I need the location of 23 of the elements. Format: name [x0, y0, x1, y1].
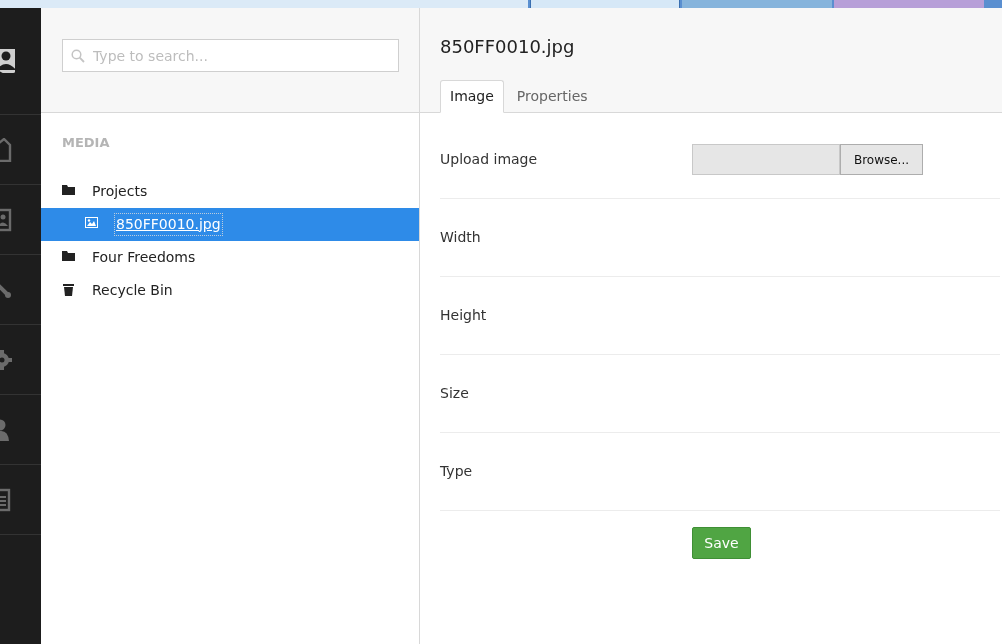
- tree-item[interactable]: 850FF0010.jpg: [41, 207, 419, 241]
- search-field[interactable]: Type to search...: [62, 39, 399, 72]
- tree-item[interactable]: Four Freedoms: [41, 240, 419, 274]
- browse-button[interactable]: Browse...: [840, 144, 923, 175]
- avatar-icon[interactable]: [0, 49, 15, 73]
- tree-item[interactable]: Projects: [41, 174, 419, 208]
- item-title: 850FF0010.jpg: [440, 35, 576, 59]
- tree-heading: MEDIA: [61, 134, 110, 152]
- tab[interactable]: Properties: [503, 80, 601, 113]
- field-label: Height: [440, 306, 488, 325]
- image-icon: [85, 217, 99, 231]
- tree-item[interactable]: Recycle Bin: [41, 273, 419, 307]
- search-icon: [71, 49, 85, 63]
- field-label: Width: [440, 228, 482, 247]
- tab[interactable]: Image: [440, 80, 504, 113]
- field-label: Upload image: [440, 150, 539, 169]
- settings-icon[interactable]: [0, 347, 15, 372]
- folder-icon: [62, 250, 76, 264]
- folder-icon: [62, 184, 76, 198]
- file-path-field[interactable]: [692, 144, 840, 175]
- field-label: Size: [440, 384, 470, 403]
- field-label: Type: [440, 462, 474, 481]
- trash-icon: [62, 283, 76, 297]
